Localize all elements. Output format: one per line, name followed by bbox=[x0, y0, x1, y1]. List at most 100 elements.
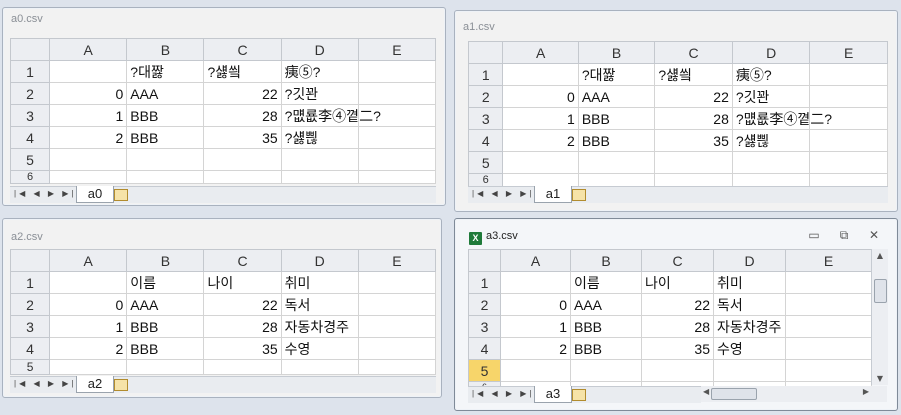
cell[interactable] bbox=[731, 173, 811, 187]
cell[interactable]: ?먮룞李④꼍二? bbox=[280, 104, 381, 127]
vertical-scroll-thumb[interactable] bbox=[874, 279, 887, 303]
sheet-nav-buttons[interactable]: |◀ ◀ ▶ ▶| bbox=[472, 189, 534, 198]
select-all-corner[interactable] bbox=[468, 249, 501, 272]
column-header-e[interactable]: E bbox=[357, 249, 437, 272]
insert-sheet-icon[interactable] bbox=[572, 389, 586, 401]
column-header-e[interactable]: E bbox=[357, 38, 437, 61]
row-header[interactable]: 4 bbox=[467, 129, 504, 152]
cell[interactable]: 35 bbox=[203, 337, 282, 360]
spreadsheet-grid[interactable]: A B C D E 1 ?대짫 ?섏씤 痍⑤? 2 0 AAA 22 ?깃꽌 3 1 BBB 28?… bbox=[467, 41, 888, 187]
cell[interactable]: AAA bbox=[126, 293, 205, 316]
cell[interactable]: 독서 bbox=[280, 293, 359, 316]
cell[interactable]: BBB bbox=[126, 315, 205, 338]
cell[interactable]: BBB bbox=[570, 337, 642, 360]
cell[interactable] bbox=[357, 60, 437, 83]
cell[interactable] bbox=[502, 151, 579, 174]
cell[interactable]: 나이 bbox=[203, 271, 282, 294]
cell[interactable]: 0 bbox=[502, 85, 579, 108]
column-header-c[interactable]: C bbox=[641, 249, 714, 272]
column-header-b[interactable]: B bbox=[126, 249, 205, 272]
cell[interactable]: ?섏씤 bbox=[654, 63, 733, 86]
cell[interactable] bbox=[203, 170, 282, 184]
cell[interactable]: 이름 bbox=[570, 271, 642, 294]
column-header-c[interactable]: C bbox=[203, 38, 282, 61]
cell[interactable]: 1 bbox=[49, 104, 128, 127]
sheet-tab[interactable]: a2 bbox=[76, 376, 114, 393]
row-header[interactable]: 6 bbox=[9, 170, 51, 184]
row-header[interactable]: 1 bbox=[467, 63, 504, 86]
cell[interactable]: ?깃꽌 bbox=[731, 85, 811, 108]
cell[interactable]: 35 bbox=[654, 129, 733, 152]
column-header-c[interactable]: C bbox=[203, 249, 282, 272]
cell[interactable]: 자동차경주 bbox=[280, 315, 359, 338]
cell[interactable]: ?대짫 bbox=[577, 63, 656, 86]
cell[interactable] bbox=[357, 359, 437, 375]
insert-sheet-icon[interactable] bbox=[114, 189, 128, 201]
cell[interactable] bbox=[203, 359, 282, 375]
spreadsheet-grid[interactable]: A B C D E 1 이름 나이 취미 2 0 AAA 22 독서 3 1 BBB 28 자동차경주… bbox=[468, 249, 872, 393]
cell[interactable]: 0 bbox=[49, 82, 128, 105]
row-header[interactable]: 2 bbox=[9, 293, 51, 316]
minimize-icon[interactable]: ▭ bbox=[799, 228, 829, 242]
cell[interactable] bbox=[357, 293, 437, 316]
cell[interactable] bbox=[809, 129, 888, 152]
cell[interactable] bbox=[785, 293, 872, 316]
spreadsheet-grid[interactable]: A B C D E 1 ?대짫 ?섏씤 痍⑤? 2 0 AAA 22 ?깃꽌 3 1 BBB 28?… bbox=[9, 38, 437, 184]
column-header-b[interactable]: B bbox=[577, 41, 656, 64]
select-all-corner[interactable] bbox=[9, 249, 51, 272]
cell[interactable] bbox=[357, 126, 437, 149]
row-header[interactable]: 5 bbox=[9, 359, 51, 375]
cell[interactable]: 독서 bbox=[713, 293, 786, 316]
cell[interactable]: 35 bbox=[641, 337, 714, 360]
cell[interactable]: 취미 bbox=[280, 271, 359, 294]
select-all-corner[interactable] bbox=[467, 41, 504, 64]
cell[interactable] bbox=[126, 148, 205, 171]
cell[interactable]: 28 bbox=[203, 315, 282, 338]
vertical-scrollbar[interactable]: ▲ ▼ bbox=[871, 249, 888, 385]
row-header[interactable]: 1 bbox=[468, 271, 501, 294]
cell[interactable] bbox=[126, 359, 205, 375]
cell[interactable] bbox=[809, 151, 888, 174]
cell[interactable] bbox=[785, 315, 872, 338]
sheet-nav-buttons[interactable]: |◀ ◀ ▶ ▶| bbox=[14, 189, 76, 198]
spreadsheet-grid[interactable]: A B C D E 1 이름 나이 취미 2 0 AAA 22 독서 3 1 BBB 28 자동차경주… bbox=[9, 249, 437, 375]
cell[interactable]: ?깃꽌 bbox=[280, 82, 359, 105]
cell[interactable] bbox=[49, 148, 128, 171]
sheet-tab[interactable]: a1 bbox=[534, 186, 572, 203]
scroll-down-icon[interactable]: ▼ bbox=[872, 374, 888, 383]
row-header[interactable]: 5 bbox=[467, 151, 504, 174]
cell[interactable]: 자동차경주 bbox=[713, 315, 786, 338]
row-header[interactable]: 4 bbox=[9, 337, 51, 360]
column-header-c[interactable]: C bbox=[654, 41, 733, 64]
cell[interactable]: AAA bbox=[126, 82, 205, 105]
cell[interactable]: 28 bbox=[654, 107, 733, 130]
sheet-nav-buttons[interactable]: |◀ ◀ ▶ ▶| bbox=[472, 389, 534, 398]
cell[interactable]: BBB bbox=[126, 126, 205, 149]
cell[interactable] bbox=[49, 271, 128, 294]
column-header-d[interactable]: D bbox=[713, 249, 786, 272]
cell[interactable]: 0 bbox=[49, 293, 128, 316]
cell[interactable]: 35 bbox=[203, 126, 282, 149]
cell[interactable] bbox=[654, 173, 733, 187]
row-header[interactable]: 6 bbox=[467, 173, 504, 187]
column-header-a[interactable]: A bbox=[49, 249, 128, 272]
horizontal-scroll-thumb[interactable] bbox=[711, 388, 757, 400]
cell[interactable]: BBB bbox=[577, 129, 656, 152]
insert-sheet-icon[interactable] bbox=[572, 189, 586, 201]
column-header-a[interactable]: A bbox=[500, 249, 571, 272]
cell[interactable] bbox=[713, 359, 786, 382]
row-header[interactable]: 2 bbox=[467, 85, 504, 108]
cell[interactable]: 22 bbox=[641, 293, 714, 316]
cell[interactable] bbox=[357, 337, 437, 360]
cell[interactable]: 2 bbox=[502, 129, 579, 152]
cell[interactable]: BBB bbox=[126, 104, 205, 127]
close-icon[interactable]: ✕ bbox=[859, 228, 889, 242]
cell[interactable]: 이름 bbox=[126, 271, 205, 294]
cell[interactable] bbox=[280, 359, 359, 375]
scroll-up-icon[interactable]: ▲ bbox=[872, 251, 888, 260]
cell[interactable] bbox=[49, 60, 128, 83]
cell[interactable]: 취미 bbox=[713, 271, 786, 294]
cell[interactable] bbox=[49, 170, 128, 184]
cell[interactable]: 28 bbox=[641, 315, 714, 338]
cell[interactable]: 22 bbox=[203, 82, 282, 105]
